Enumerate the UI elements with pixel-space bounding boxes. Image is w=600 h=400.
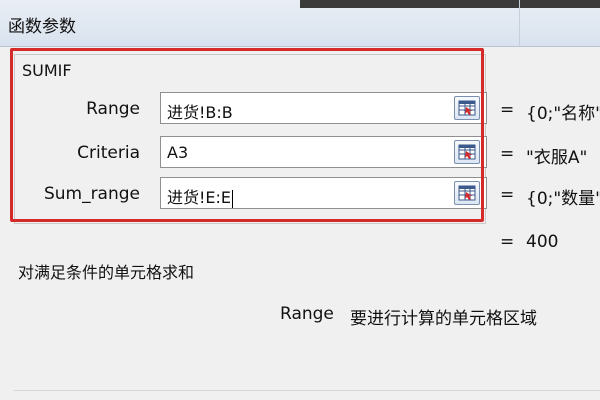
dialog-title: 函数参数 xyxy=(8,17,76,37)
title-bar: 函数参数 xyxy=(0,0,600,47)
divider xyxy=(14,390,600,391)
function-description: 对满足条件的单元格求和 xyxy=(18,263,195,282)
highlight-box xyxy=(10,48,484,222)
range-result: {0;"名称" xyxy=(526,104,600,124)
background-window-strip xyxy=(300,0,600,8)
sum-range-equals: = xyxy=(500,185,515,205)
formula-result: 400 xyxy=(526,232,559,252)
argument-help-name: Range xyxy=(280,304,334,324)
range-equals: = xyxy=(500,100,515,120)
criteria-result: "衣服A" xyxy=(526,148,588,168)
argument-help-text: 要进行计算的单元格区域 xyxy=(350,309,537,329)
formula-result-equals: = xyxy=(500,232,515,252)
criteria-equals: = xyxy=(500,144,515,164)
title-divider xyxy=(519,0,520,46)
sum-range-result: {0;"数量" xyxy=(526,189,600,209)
